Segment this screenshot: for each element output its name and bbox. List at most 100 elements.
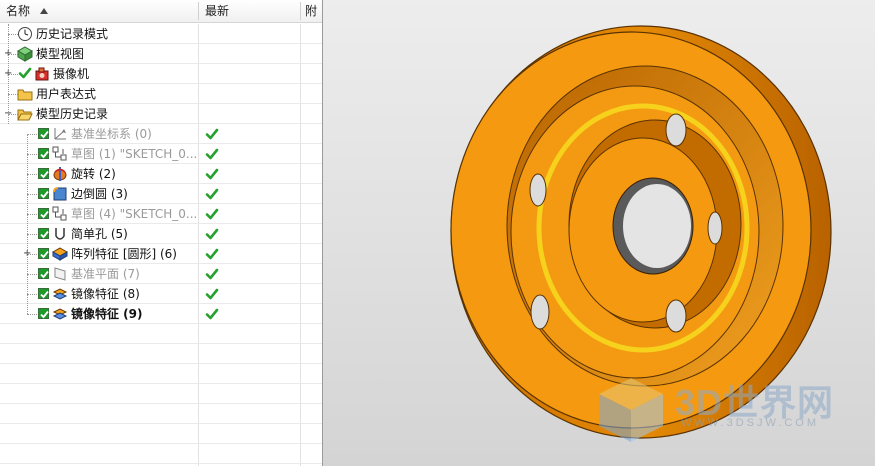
tree-connector bbox=[27, 194, 37, 195]
feature-checkbox[interactable] bbox=[38, 208, 49, 219]
watermark-cube-icon bbox=[599, 378, 663, 442]
feature-checkbox[interactable] bbox=[38, 248, 49, 259]
column-header-name[interactable]: 名称 bbox=[6, 0, 196, 22]
folder-open-icon bbox=[17, 106, 33, 122]
feature-checkbox[interactable] bbox=[38, 128, 49, 139]
up-to-date-check-icon bbox=[205, 227, 219, 241]
sketch-icon bbox=[52, 206, 68, 222]
feature-checkbox[interactable] bbox=[38, 168, 49, 179]
navigator-header: 名称 最新 附 bbox=[0, 0, 322, 23]
bore-through bbox=[623, 184, 691, 268]
tree-connector bbox=[27, 314, 37, 315]
tree-row[interactable]: 镜像特征 (8) bbox=[0, 284, 322, 304]
empty-row bbox=[0, 384, 322, 404]
tree-connector bbox=[27, 294, 37, 295]
tree-connector bbox=[27, 134, 37, 135]
tree-item-label: 历史记录模式 bbox=[36, 27, 109, 41]
feature-checkbox[interactable] bbox=[38, 308, 49, 319]
mirror-feature-icon bbox=[52, 306, 68, 322]
tree-row[interactable]: − 模型历史记录 bbox=[0, 104, 322, 124]
tree-connector bbox=[27, 234, 37, 235]
column-latest-label: 最新 bbox=[205, 4, 230, 18]
tree-item-label: 旋转 (2) bbox=[71, 167, 116, 181]
tree-item-label: 边倒圆 (3) bbox=[71, 187, 128, 201]
tree-guide-line bbox=[27, 134, 28, 314]
tree-item-label: 草图 (4) "SKETCH_0... bbox=[71, 207, 196, 221]
mirror-feature-icon bbox=[52, 286, 68, 302]
up-to-date-check-icon bbox=[205, 207, 219, 221]
folder-icon bbox=[17, 86, 33, 102]
datum-plane-icon bbox=[52, 266, 68, 282]
tree-row[interactable]: 边倒圆 (3) bbox=[0, 184, 322, 204]
tree-item-label: 阵列特征 [圆形] (6) bbox=[71, 247, 177, 261]
tree-item-label: 基准平面 (7) bbox=[71, 267, 140, 281]
graphics-viewport[interactable]: 3D世界网 WWW.3DSJW.COM bbox=[323, 0, 875, 466]
tree-row[interactable]: 旋转 (2) bbox=[0, 164, 322, 184]
up-to-date-check-icon bbox=[205, 267, 219, 281]
column-header-latest[interactable]: 最新 bbox=[205, 0, 295, 22]
up-to-date-check-icon bbox=[205, 307, 219, 321]
up-to-date-check-icon bbox=[205, 287, 219, 301]
tree-row[interactable]: + 摄像机 bbox=[0, 64, 322, 84]
revolve-icon bbox=[52, 166, 68, 182]
feature-checkbox[interactable] bbox=[38, 228, 49, 239]
tree-item-label: 基准坐标系 (0) bbox=[71, 127, 152, 141]
empty-row bbox=[0, 444, 322, 464]
pattern-feature-icon bbox=[51, 246, 69, 262]
empty-row bbox=[0, 404, 322, 424]
model-view-icon bbox=[16, 46, 34, 62]
up-to-date-check-icon bbox=[205, 187, 219, 201]
feature-checkbox[interactable] bbox=[38, 148, 49, 159]
column-separator[interactable] bbox=[300, 2, 301, 20]
tree-item-label: 简单孔 (5) bbox=[71, 227, 128, 241]
tree-item-label: 草图 (1) "SKETCH_0... bbox=[71, 147, 196, 161]
watermark-url: WWW.3DSJW.COM bbox=[681, 417, 819, 429]
feature-checkbox[interactable] bbox=[38, 288, 49, 299]
visible-check-icon[interactable] bbox=[18, 66, 32, 82]
tree-row[interactable]: 镜像特征 (9) bbox=[0, 304, 322, 324]
tree-row[interactable]: + 模型视图 bbox=[0, 44, 322, 64]
empty-row bbox=[0, 324, 322, 344]
tree-row[interactable]: 基准平面 (7) bbox=[0, 264, 322, 284]
empty-row bbox=[0, 364, 322, 384]
simple-hole-icon bbox=[52, 226, 68, 242]
part-navigator: 名称 最新 附 历史记录模式 + 模型视图 + 摄像机用户表达式 − 模型历史记录基准坐标系… bbox=[0, 0, 323, 466]
column-header-third[interactable]: 附 bbox=[305, 0, 321, 22]
tree-row[interactable]: 历史记录模式 bbox=[0, 24, 322, 44]
tree-item-label: 模型视图 bbox=[36, 47, 85, 61]
up-to-date-check-icon bbox=[205, 247, 219, 261]
camera-icon bbox=[34, 66, 50, 82]
tree-guide-line bbox=[8, 24, 9, 124]
tree-row[interactable]: 草图 (4) "SKETCH_0... bbox=[0, 204, 322, 224]
feature-checkbox[interactable] bbox=[38, 268, 49, 279]
tree-connector bbox=[27, 274, 37, 275]
column-separator[interactable] bbox=[198, 2, 199, 20]
column-name-label: 名称 bbox=[6, 4, 31, 18]
tree-item-label: 用户表达式 bbox=[36, 87, 97, 101]
tree-connector bbox=[27, 214, 37, 215]
watermark: 3D世界网 WWW.3DSJW.COM bbox=[595, 374, 855, 444]
feature-checkbox[interactable] bbox=[38, 188, 49, 199]
tree-item-label: 镜像特征 (9) bbox=[71, 307, 143, 321]
tree-item-label: 摄像机 bbox=[53, 67, 90, 81]
sort-ascending-icon bbox=[40, 8, 49, 14]
tree-row[interactable]: + 阵列特征 [圆形] (6) bbox=[0, 244, 322, 264]
sketch-icon bbox=[52, 146, 68, 162]
empty-row bbox=[0, 344, 322, 364]
empty-row bbox=[0, 424, 322, 444]
edge-blend-icon bbox=[52, 186, 68, 202]
tree-row[interactable]: 用户表达式 bbox=[0, 84, 322, 104]
column-third-label: 附 bbox=[305, 4, 318, 18]
datum-csys-icon bbox=[52, 126, 68, 142]
tree-item-label: 镜像特征 (8) bbox=[71, 287, 140, 301]
tree-connector bbox=[27, 174, 37, 175]
up-to-date-check-icon bbox=[205, 167, 219, 181]
clock-icon bbox=[17, 26, 33, 42]
tree-row[interactable]: 草图 (1) "SKETCH_0... bbox=[0, 144, 322, 164]
up-to-date-check-icon bbox=[205, 147, 219, 161]
up-to-date-check-icon bbox=[205, 127, 219, 141]
tree-connector bbox=[27, 154, 37, 155]
tree-item-label: 模型历史记录 bbox=[36, 107, 109, 121]
tree-row[interactable]: 基准坐标系 (0) bbox=[0, 124, 322, 144]
tree-row[interactable]: 简单孔 (5) bbox=[0, 224, 322, 244]
